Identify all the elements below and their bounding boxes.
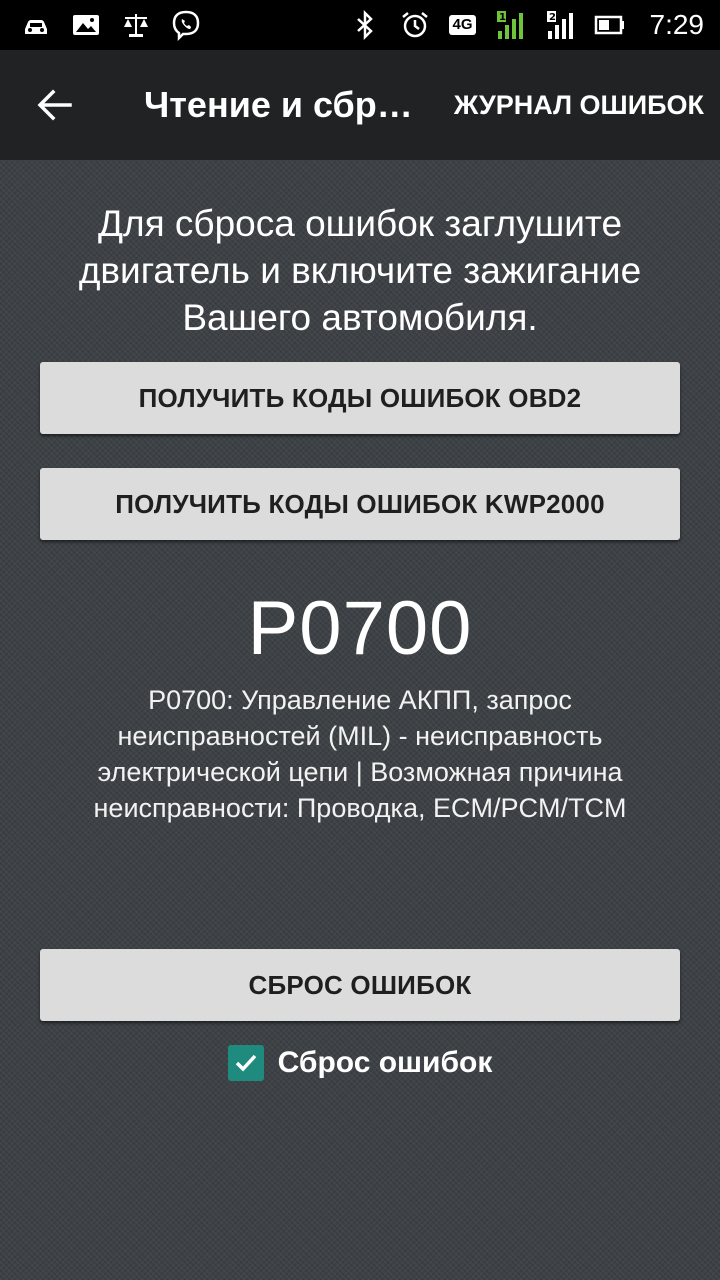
reset-errors-button[interactable]: СБРОС ОШИБОК	[40, 949, 680, 1021]
checkbox-label: Сброс ошибок	[277, 1046, 493, 1079]
app-bar: Чтение и сброс ошибок ЖУРНАЛ ОШИБОК	[0, 50, 720, 160]
error-code: P0700	[247, 586, 473, 671]
signal-sim2-icon: 2	[544, 9, 576, 41]
image-icon	[70, 9, 102, 41]
instruction-text: Для сброса ошибок заглушите двигатель и …	[78, 203, 642, 338]
back-button[interactable]	[0, 50, 110, 160]
arrow-left-icon	[37, 89, 72, 121]
status-system: 4G 1 2 7:29	[349, 9, 704, 41]
reset-errors-checkbox-row[interactable]: Сброс ошибок	[0, 1045, 720, 1081]
battery-icon	[594, 9, 626, 41]
car-notification-icon	[20, 9, 52, 41]
bluetooth-icon	[349, 9, 381, 41]
scales-icon	[120, 9, 152, 41]
checkmark-icon	[235, 1054, 256, 1072]
viber-icon	[170, 9, 202, 41]
alarm-icon	[399, 9, 431, 41]
status-bar: 4G 1 2 7:29	[0, 0, 720, 50]
signal-sim1-icon: 1	[494, 9, 526, 41]
page-title: Чтение и сброс ошибок	[144, 84, 426, 125]
error-log-button[interactable]: ЖУРНАЛ ОШИБОК	[454, 90, 704, 121]
reset-errors-checkbox[interactable]	[227, 1045, 264, 1081]
main-content: Для сброса ошибок заглушите двигатель и …	[0, 160, 720, 1280]
network-4g-icon: 4G	[449, 15, 476, 35]
get-kwp2000-codes-button[interactable]: ПОЛУЧИТЬ КОДЫ ОШИБОК KWP2000	[40, 468, 680, 540]
svg-text:2: 2	[549, 12, 556, 23]
get-obd2-codes-button[interactable]: ПОЛУЧИТЬ КОДЫ ОШИБОК OBD2	[40, 362, 680, 434]
status-notifications	[20, 9, 202, 41]
svg-text:1: 1	[499, 12, 506, 23]
error-description: P0700: Управление АКПП, запрос неисправн…	[93, 685, 627, 823]
status-time: 7:29	[649, 9, 705, 40]
